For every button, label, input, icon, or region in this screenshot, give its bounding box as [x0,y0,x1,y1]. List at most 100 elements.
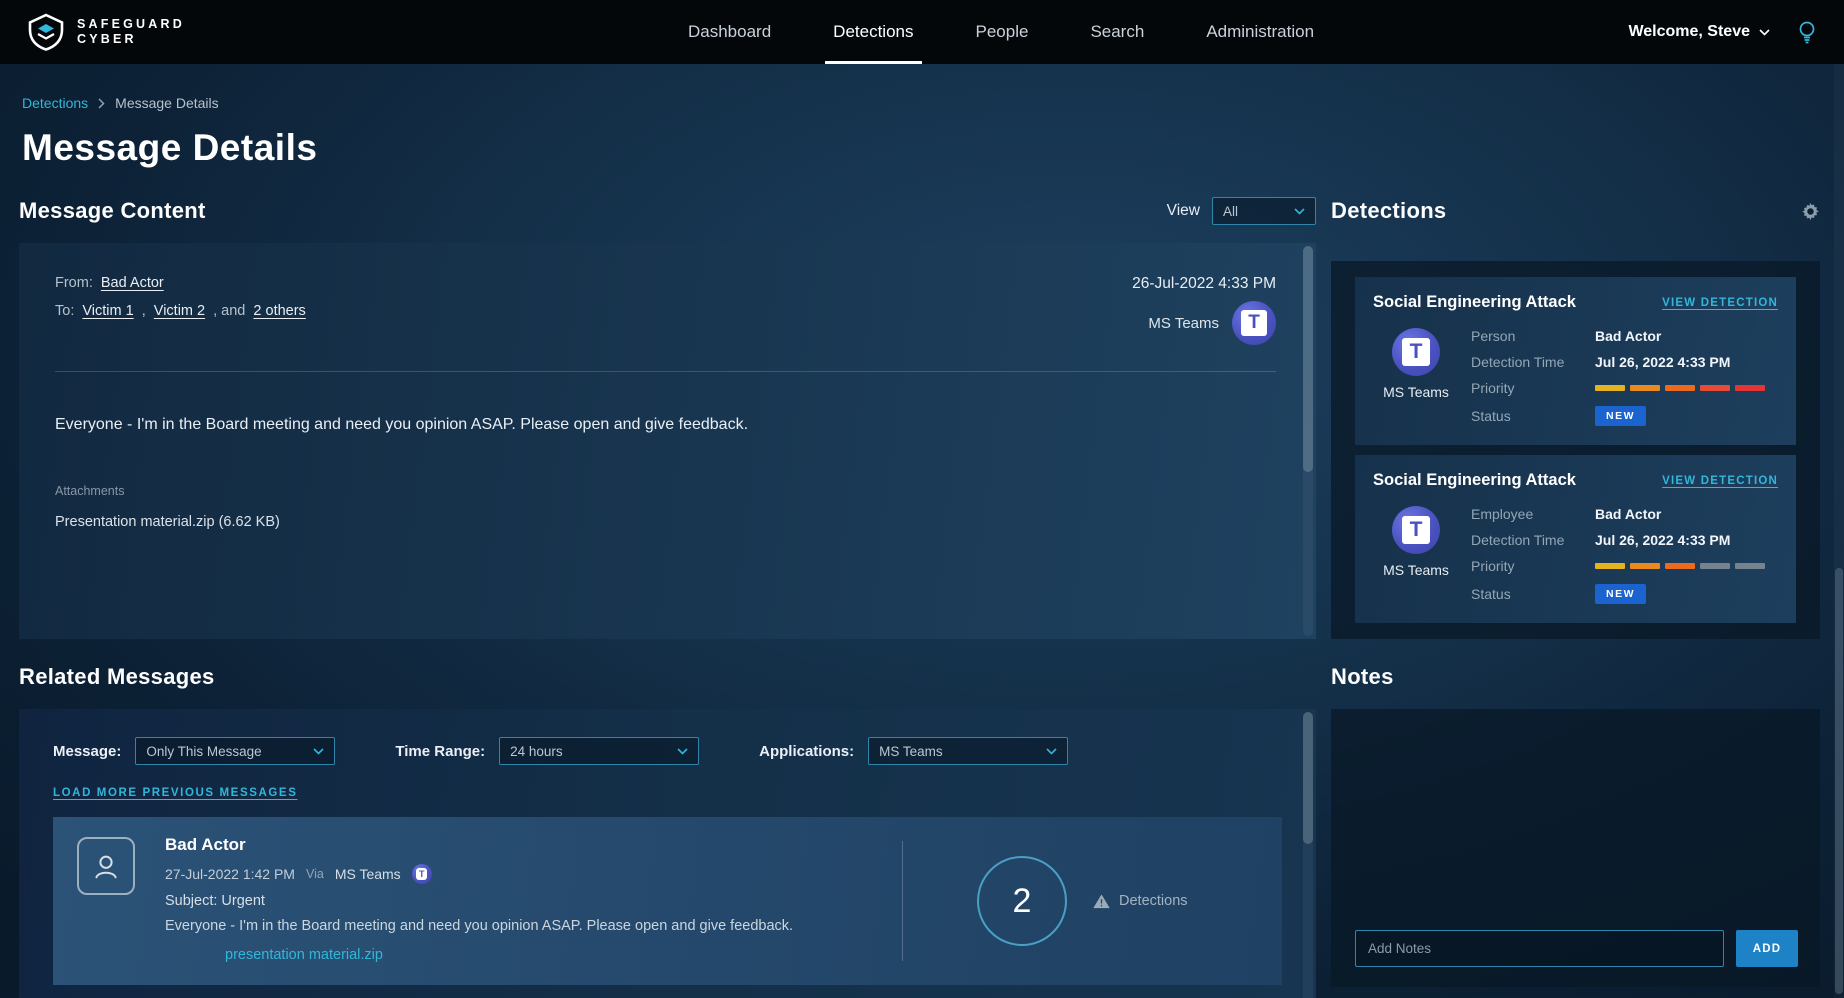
message-card-scrollbar[interactable] [1303,246,1313,636]
channel-label: MS Teams [1373,562,1459,578]
detection-fields: Person Bad Actor Detection Time Jul 26, … [1471,328,1778,426]
ms-teams-icon [1392,328,1440,376]
user-menu[interactable]: Welcome, Steve [1628,23,1770,41]
message-preview: Everyone - I'm in the Board meeting and … [165,918,902,934]
add-note-button[interactable]: ADD [1736,930,1798,967]
ms-teams-icon [412,864,432,884]
message-header-left: From: Bad Actor To: Victim 1 , Victim 2 … [55,275,310,345]
status-badge: NEW [1595,584,1646,604]
message-header: From: Bad Actor To: Victim 1 , Victim 2 … [55,275,1276,345]
related-messages-head: Related Messages [19,657,1316,697]
detections-flag-label: Detections [1119,893,1188,909]
main-content: Message Content View All From: Bad Actor [0,169,1844,998]
scrollbar-thumb[interactable] [1303,712,1313,844]
detection-title-row: Social Engineering Attack VIEW DETECTION [1373,293,1778,312]
detection-count-circle: 2 [977,856,1067,946]
employee-label: Employee [1471,506,1595,522]
brand-text: SAFEGUARD CYBER [77,18,185,46]
view-detection-link[interactable]: VIEW DETECTION [1662,475,1778,487]
nav-people[interactable]: People [976,0,1029,64]
topbar-right: Welcome, Steve [1628,0,1818,64]
detection-time-value: Jul 26, 2022 4:33 PM [1595,532,1778,548]
detection-time-label: Detection Time [1471,532,1595,548]
attachment-file[interactable]: Presentation material.zip (6.62 KB) [55,514,1276,530]
message-date: 26-Jul-2022 4:33 PM [1132,275,1276,293]
attachments-label: Attachments [55,484,1276,498]
right-column: Detections Social Engineering Attack VIE… [1331,191,1820,987]
time-range-select[interactable]: 24 hours [499,737,699,765]
to-recipient-2-link[interactable]: Victim 2 [154,303,205,319]
related-message-row[interactable]: Bad Actor 27-Jul-2022 1:42 PM Via MS Tea… [53,817,1282,985]
view-select[interactable]: All [1212,197,1316,225]
breadcrumb-current: Message Details [115,95,219,111]
view-select-value: All [1223,204,1238,219]
detection-channel: MS Teams [1373,506,1459,578]
message-filter-select[interactable]: Only This Message [135,737,335,765]
priority-bars [1595,385,1778,391]
from-link[interactable]: Bad Actor [101,275,164,291]
warning-triangle-icon [1093,894,1110,909]
priority-label: Priority [1471,380,1595,396]
detection-card: Social Engineering Attack VIEW DETECTION… [1355,455,1796,623]
to-recipient-1-link[interactable]: Victim 1 [82,303,133,319]
nav-search[interactable]: Search [1090,0,1144,64]
main-nav: Dashboard Detections People Search Admin… [688,0,1314,64]
notes-input-row: ADD [1355,930,1798,967]
add-notes-input[interactable] [1355,930,1724,967]
to-others-link[interactable]: 2 others [253,303,305,319]
notes-panel: ADD [1331,709,1820,987]
detections-panel: Social Engineering Attack VIEW DETECTION… [1331,261,1820,639]
breadcrumb-detections-link[interactable]: Detections [22,95,88,111]
nav-administration[interactable]: Administration [1206,0,1314,64]
avatar [77,837,135,895]
chevron-down-icon [1046,748,1057,755]
related-card-scrollbar[interactable] [1303,712,1313,998]
brand-line1: SAFEGUARD [77,18,185,31]
nav-detections[interactable]: Detections [833,0,913,64]
safeguard-cyber-logo-icon [26,13,66,51]
scrollbar-thumb[interactable] [1303,246,1313,472]
message-content-head: Message Content View All [19,191,1316,231]
priority-label: Priority [1471,558,1595,574]
related-filters: Message: Only This Message Time Range: 2… [53,737,1282,765]
gear-icon[interactable] [1801,202,1820,221]
related-message-info: Bad Actor 27-Jul-2022 1:42 PM Via MS Tea… [165,835,902,967]
channel-label: MS Teams [1373,384,1459,400]
detection-title: Social Engineering Attack [1373,471,1576,490]
view-group: View All [1167,197,1316,225]
message-subject: Subject: Urgent [165,893,902,909]
nav-dashboard[interactable]: Dashboard [688,0,771,64]
view-detection-link[interactable]: VIEW DETECTION [1662,297,1778,309]
page-title: Message Details [22,126,1820,169]
detection-time-value: Jul 26, 2022 4:33 PM [1595,354,1778,370]
to-separator: , [142,303,146,319]
message-metrics: 2 Detections [902,841,1258,961]
sender-name: Bad Actor [165,835,902,855]
detection-fields: Employee Bad Actor Detection Time Jul 26… [1471,506,1778,604]
message-filter-group: Message: Only This Message [53,737,335,765]
applications-value: MS Teams [879,744,943,759]
load-more-link[interactable]: LOAD MORE PREVIOUS MESSAGES [53,787,297,799]
applications-filter-label: Applications: [759,743,854,760]
lightbulb-icon[interactable] [1796,20,1818,44]
detection-card: Social Engineering Attack VIEW DETECTION… [1355,277,1796,445]
ms-teams-icon [1232,301,1276,345]
person-icon [90,850,122,882]
applications-select[interactable]: MS Teams [868,737,1068,765]
view-label: View [1167,202,1200,220]
person-label: Person [1471,328,1595,344]
attachment-link[interactable]: presentation material.zip [225,947,383,963]
time-range-filter-label: Time Range: [395,743,485,760]
detection-time-label: Detection Time [1471,354,1595,370]
via-label: Via [306,867,324,881]
brand[interactable]: SAFEGUARD CYBER [26,0,185,64]
page-scrollbar[interactable] [1834,64,1844,998]
related-message-date: 27-Jul-2022 1:42 PM [165,866,295,882]
left-column: Message Content View All From: Bad Actor [19,191,1316,998]
to-row: To: Victim 1 , Victim 2 , and 2 others [55,303,310,319]
chevron-down-icon [313,748,324,755]
scrollbar-thumb[interactable] [1835,568,1843,994]
detection-count: 2 [1013,882,1032,921]
person-value: Bad Actor [1595,328,1778,344]
detection-content: MS Teams Employee Bad Actor Detection Ti… [1373,506,1778,604]
